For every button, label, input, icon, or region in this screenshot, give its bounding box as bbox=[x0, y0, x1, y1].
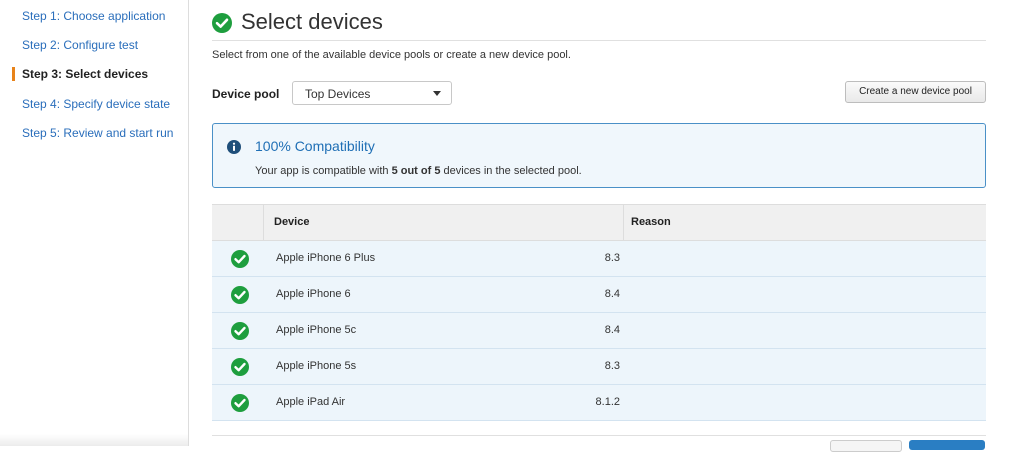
table-header: Device Reason bbox=[212, 204, 986, 241]
compatibility-title: 100% Compatibility bbox=[255, 138, 375, 154]
column-header-device[interactable]: Device bbox=[274, 216, 309, 228]
caret-down-icon bbox=[433, 91, 441, 96]
check-circle-icon bbox=[231, 322, 249, 340]
column-divider bbox=[623, 205, 624, 240]
sidebar-step-review-and-start[interactable]: Step 5: Review and start run bbox=[22, 126, 173, 140]
device-name: Apple iPhone 5s bbox=[276, 360, 357, 372]
table-row[interactable]: Apple iPhone 6 8.4 bbox=[212, 277, 986, 313]
sidebar-step-configure-test[interactable]: Step 2: Configure test bbox=[22, 38, 138, 52]
check-circle-icon bbox=[231, 358, 249, 376]
compatibility-text-prefix: Your app is compatible with bbox=[255, 165, 392, 177]
info-circle-icon bbox=[227, 140, 241, 154]
sidebar-step-specify-device-state[interactable]: Step 4: Specify device state bbox=[22, 97, 170, 111]
device-os-version: 8.3 bbox=[604, 252, 620, 264]
table-row[interactable]: Apple iPad Air 8.1.2 bbox=[212, 385, 986, 421]
sidebar-step-select-devices[interactable]: Step 3: Select devices bbox=[22, 67, 148, 81]
sidebar-step-choose-application[interactable]: Step 1: Choose application bbox=[22, 9, 165, 23]
device-name: Apple iPhone 6 bbox=[276, 288, 351, 300]
next-button[interactable] bbox=[909, 440, 985, 450]
previous-button[interactable] bbox=[830, 440, 902, 452]
table-row[interactable]: Apple iPhone 5c 8.4 bbox=[212, 313, 986, 349]
compatibility-text: Your app is compatible with 5 out of 5 d… bbox=[255, 165, 582, 177]
page-header: Select devices bbox=[212, 8, 986, 41]
column-header-reason[interactable]: Reason bbox=[631, 216, 671, 228]
compatibility-info-box: 100% Compatibility Your app is compatibl… bbox=[212, 123, 986, 188]
sidebar-footer-shadow bbox=[0, 434, 188, 446]
create-device-pool-button[interactable]: Create a new device pool bbox=[845, 81, 986, 103]
device-name: Apple iPhone 5c bbox=[276, 324, 357, 336]
device-os-version: 8.1.2 bbox=[595, 396, 620, 408]
wizard-sidebar: Step 1: Choose application Step 2: Confi… bbox=[0, 0, 189, 446]
device-pool-label: Device pool bbox=[212, 87, 280, 101]
page-subtitle: Select from one of the available device … bbox=[212, 49, 571, 61]
check-circle-icon bbox=[231, 250, 249, 268]
footer-divider bbox=[212, 435, 986, 436]
check-circle-icon bbox=[231, 286, 249, 304]
device-pool-select[interactable]: Top Devices bbox=[292, 81, 452, 105]
check-circle-icon bbox=[231, 394, 249, 412]
table-row[interactable]: Apple iPhone 6 Plus 8.3 bbox=[212, 241, 986, 277]
device-name: Apple iPhone 6 Plus bbox=[276, 252, 376, 264]
device-pool-selected-value: Top Devices bbox=[305, 87, 371, 101]
devices-table: Device Reason Apple iPhone 6 Plus 8.3 Ap… bbox=[212, 204, 986, 421]
device-os-version: 8.3 bbox=[604, 360, 620, 372]
compatibility-text-suffix: devices in the selected pool. bbox=[440, 165, 582, 177]
main-content: Select devices Select from one of the av… bbox=[212, 0, 986, 452]
active-step-marker bbox=[12, 67, 15, 81]
check-circle-icon bbox=[212, 13, 232, 33]
page-title: Select devices bbox=[241, 9, 383, 34]
column-divider bbox=[263, 205, 264, 240]
device-name: Apple iPad Air bbox=[276, 396, 346, 408]
compatibility-count: 5 out of 5 bbox=[391, 165, 441, 177]
device-os-version: 8.4 bbox=[604, 288, 620, 300]
table-row[interactable]: Apple iPhone 5s 8.3 bbox=[212, 349, 986, 385]
device-os-version: 8.4 bbox=[604, 324, 620, 336]
